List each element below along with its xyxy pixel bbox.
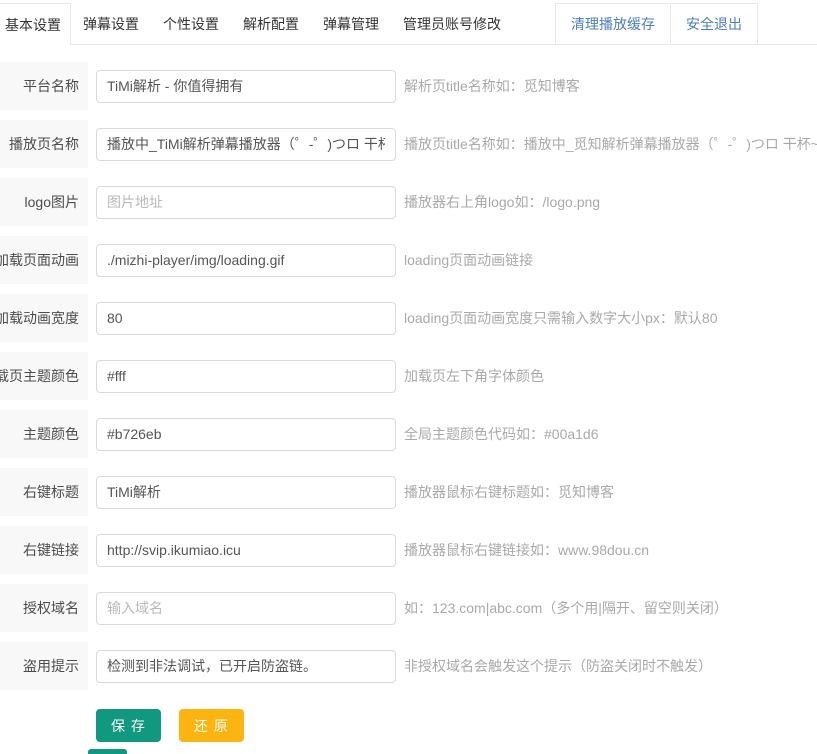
row-label-cell: 右键标题 <box>0 468 88 516</box>
authorized-domains-input[interactable] <box>96 592 396 625</box>
form-row-theme-color: 主题颜色 全局主题颜色代码如：#00a1d6 <box>0 405 817 463</box>
right-click-link-label: 右键链接 <box>23 540 79 560</box>
tab-parse-config-label: 解析配置 <box>243 14 299 34</box>
logo-image-label: logo图片 <box>25 192 79 212</box>
row-label-cell: 加载动画宽度 <box>0 294 88 342</box>
loading-page-theme-color-input[interactable] <box>96 360 396 393</box>
platform-name-hint: 解析页title名称如：觅知博客 <box>404 76 580 96</box>
form-row-theft-warning: 盗用提示 非授权域名会触发这个提示（防盗关闭时不触发） <box>0 637 817 695</box>
tab-danmaku-settings-label: 弹幕设置 <box>83 14 139 34</box>
loading-animation-hint: loading页面动画链接 <box>404 250 533 270</box>
loading-animation-input[interactable] <box>96 244 396 277</box>
tab-basic-settings[interactable]: 基本设置 <box>0 3 71 45</box>
loading-animation-label: 加载页面动画 <box>0 250 79 270</box>
partial-hidden-button <box>88 749 127 754</box>
play-page-name-input[interactable] <box>96 128 396 161</box>
theft-warning-label: 盗用提示 <box>23 656 79 676</box>
loading-page-theme-color-label: 加载页主题颜色 <box>0 366 79 386</box>
tab-parse-config[interactable]: 解析配置 <box>231 3 311 44</box>
form-row-logo-image: logo图片 播放器右上角logo如：/logo.png <box>0 173 817 231</box>
row-label-cell: 右键链接 <box>0 526 88 574</box>
row-label-cell: 加载页主题颜色 <box>0 352 88 400</box>
platform-name-input[interactable] <box>96 70 396 103</box>
right-click-link-hint: 播放器鼠标右键链接如：www.98dou.cn <box>404 540 649 560</box>
form-row-right-click-title: 右键标题 播放器鼠标右键标题如：觅知博客 <box>0 463 817 521</box>
logo-image-hint: 播放器右上角logo如：/logo.png <box>404 192 600 212</box>
authorized-domains-label: 授权域名 <box>23 598 79 618</box>
tab-danmaku-settings[interactable]: 弹幕设置 <box>71 3 151 44</box>
loading-page-theme-color-hint: 加载页左下角字体颜色 <box>404 366 544 386</box>
tab-admin-account-edit-label: 管理员账号修改 <box>403 14 501 34</box>
row-label-cell: logo图片 <box>0 178 88 226</box>
right-click-title-label: 右键标题 <box>23 482 79 502</box>
theft-warning-hint: 非授权域名会触发这个提示（防盗关闭时不触发） <box>404 656 712 676</box>
play-page-name-label: 播放页名称 <box>9 134 79 154</box>
authorized-domains-hint: 如：123.com|abc.com（多个用|隔开、留空则关闭） <box>404 598 728 618</box>
form-row-loading-animation-width: 加载动画宽度 loading页面动画宽度只需输入数字大小px：默认80 <box>0 289 817 347</box>
settings-form: 平台名称 解析页title名称如：觅知博客 播放页名称 播放页title名称如：… <box>0 57 817 695</box>
platform-name-label: 平台名称 <box>23 76 79 96</box>
theft-warning-input[interactable] <box>96 650 396 683</box>
tab-admin-account-edit[interactable]: 管理员账号修改 <box>391 3 513 44</box>
form-row-platform-name: 平台名称 解析页title名称如：觅知博客 <box>0 57 817 115</box>
logo-image-input[interactable] <box>96 186 396 219</box>
settings-page: 基本设置 弹幕设置 个性设置 解析配置 弹幕管理 管理员账号修改 清理播放缓存 … <box>0 0 817 754</box>
form-row-loading-animation: 加载页面动画 loading页面动画链接 <box>0 231 817 289</box>
theme-color-hint: 全局主题颜色代码如：#00a1d6 <box>404 424 599 444</box>
form-row-loading-page-theme-color: 加载页主题颜色 加载页左下角字体颜色 <box>0 347 817 405</box>
tab-clear-play-cache[interactable]: 清理播放缓存 <box>555 3 670 44</box>
row-label-cell: 盗用提示 <box>0 642 88 690</box>
reset-button[interactable]: 还 原 <box>179 709 244 742</box>
tab-clear-play-cache-label: 清理播放缓存 <box>571 14 655 34</box>
row-label-cell: 授权域名 <box>0 584 88 632</box>
form-row-right-click-link: 右键链接 播放器鼠标右键链接如：www.98dou.cn <box>0 521 817 579</box>
loading-animation-width-label: 加载动画宽度 <box>0 308 79 328</box>
row-label-cell: 主题颜色 <box>0 410 88 458</box>
tab-logout-label: 安全退出 <box>686 14 742 34</box>
tab-basic-settings-label: 基本设置 <box>5 15 61 35</box>
form-row-play-page-name: 播放页名称 播放页title名称如：播放中_觅知解析弹幕播放器（゜-゜)つロ 干… <box>0 115 817 173</box>
form-row-authorized-domains: 授权域名 如：123.com|abc.com（多个用|隔开、留空则关闭） <box>0 579 817 637</box>
right-click-link-input[interactable] <box>96 534 396 567</box>
theme-color-input[interactable] <box>96 418 396 451</box>
tab-danmaku-management-label: 弹幕管理 <box>323 14 379 34</box>
play-page-name-hint: 播放页title名称如：播放中_觅知解析弹幕播放器（゜-゜)つロ 干杯~ <box>404 134 817 154</box>
form-actions: 保 存 还 原 <box>96 709 817 742</box>
row-label-cell: 加载页面动画 <box>0 236 88 284</box>
right-click-title-input[interactable] <box>96 476 396 509</box>
loading-animation-width-input[interactable] <box>96 302 396 335</box>
tab-danmaku-management[interactable]: 弹幕管理 <box>311 3 391 44</box>
row-label-cell: 平台名称 <box>0 62 88 110</box>
tab-personal-settings[interactable]: 个性设置 <box>151 3 231 44</box>
tab-bar: 基本设置 弹幕设置 个性设置 解析配置 弹幕管理 管理员账号修改 清理播放缓存 … <box>0 3 817 45</box>
save-button[interactable]: 保 存 <box>96 709 161 742</box>
right-click-title-hint: 播放器鼠标右键标题如：觅知博客 <box>404 482 614 502</box>
tab-personal-settings-label: 个性设置 <box>163 14 219 34</box>
loading-animation-width-hint: loading页面动画宽度只需输入数字大小px：默认80 <box>404 308 718 328</box>
tab-logout[interactable]: 安全退出 <box>670 3 758 44</box>
row-label-cell: 播放页名称 <box>0 120 88 168</box>
theme-color-label: 主题颜色 <box>23 424 79 444</box>
